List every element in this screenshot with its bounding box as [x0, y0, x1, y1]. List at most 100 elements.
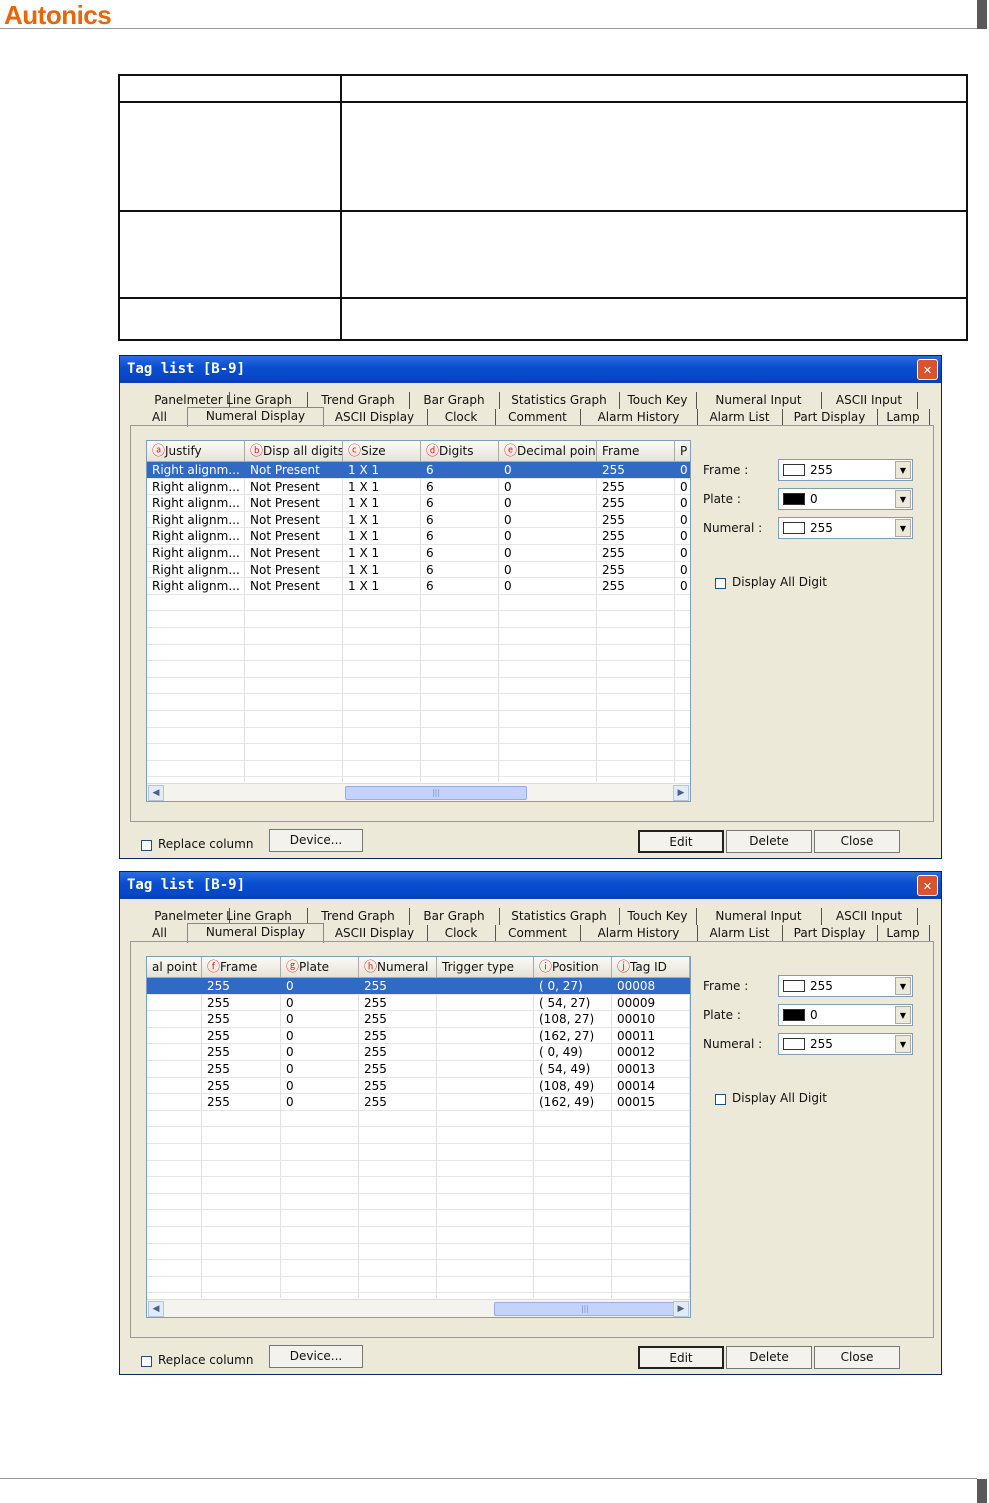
table-row[interactable]: 255 0 255 ( 54, 27) 00009 [147, 995, 690, 1012]
close-icon[interactable]: ✕ [917, 359, 938, 380]
delete-button[interactable]: Delete [726, 830, 812, 853]
tab-row2-6[interactable]: Alarm List [697, 925, 783, 942]
delete-button[interactable]: Delete [726, 1346, 812, 1369]
table-row[interactable]: 255 0 255 ( 0, 49) 00012 [147, 1044, 690, 1061]
tab-row2-8[interactable]: Lamp [877, 925, 930, 942]
table-cell: 255 [364, 979, 387, 993]
tab-7[interactable]: ASCII Input [821, 392, 918, 409]
table-cell: 255 [602, 479, 625, 494]
scroll-right-icon[interactable]: ▶ [673, 1301, 689, 1317]
table-row[interactable]: Right alignm... Not Present 1 X 1 6 0 255 0 [147, 578, 690, 595]
tab-5[interactable]: Touch Key [619, 908, 697, 925]
replace-column-checkbox[interactable] [141, 840, 152, 851]
tab-row2-1[interactable]: Numeral Display [187, 923, 324, 943]
tab-4[interactable]: Statistics Graph [499, 908, 620, 925]
tab-row2-1[interactable]: Numeral Display [187, 407, 324, 427]
scroll-thumb[interactable]: ||| [345, 786, 527, 800]
tab-row2-4[interactable]: Comment [495, 925, 581, 942]
table-cell: 0 [680, 579, 688, 594]
table-cell: 00014 [617, 1078, 656, 1093]
table-row[interactable]: 255 0 255 (108, 27) 00010 [147, 1011, 690, 1028]
column-header[interactable]: ⓒSize [343, 441, 421, 461]
tab-row2-7[interactable]: Part Display [782, 925, 878, 942]
table-row[interactable]: Right alignm... Not Present 1 X 1 6 0 255 0 [147, 495, 690, 512]
frame-color-select[interactable]: 255 ▼ [778, 459, 913, 481]
column-header[interactable]: P [675, 441, 690, 461]
table-cell: 0 [286, 1095, 294, 1110]
column-header[interactable]: ⓗNumeral [359, 957, 437, 977]
chevron-down-icon[interactable]: ▼ [895, 977, 911, 995]
chevron-down-icon[interactable]: ▼ [895, 490, 911, 508]
tab-3[interactable]: Bar Graph [409, 392, 500, 409]
table-cell: 00010 [617, 1012, 656, 1027]
column-header[interactable]: ⓘPosition [534, 957, 612, 977]
close-button[interactable]: Close [814, 1346, 900, 1369]
tab-6[interactable]: Numeral Input [696, 908, 822, 925]
tab-5[interactable]: Touch Key [619, 392, 697, 409]
column-header[interactable]: ⓙTag ID [612, 957, 690, 977]
table-row[interactable]: Right alignm... Not Present 1 X 1 6 0 255 0 [147, 528, 690, 545]
tab-row2-5[interactable]: Alarm History [580, 409, 698, 426]
column-header[interactable]: ⓑDisp all digits [245, 441, 343, 461]
table-row[interactable]: Right alignm... Not Present 1 X 1 6 0 255 0 [147, 462, 690, 479]
tab-row2-0[interactable]: All [132, 925, 188, 942]
display-all-digit-checkbox[interactable] [715, 578, 726, 589]
device-button[interactable]: Device... [269, 829, 363, 852]
tab-row2-0[interactable]: All [132, 409, 188, 426]
table-cell: 6 [426, 579, 434, 594]
tab-row2-2[interactable]: ASCII Display [322, 925, 428, 942]
chevron-down-icon[interactable]: ▼ [895, 1035, 911, 1053]
table-cell: (162, 49) [539, 1095, 595, 1110]
frame-color-select[interactable]: 255 ▼ [778, 975, 913, 997]
numeral-color-select[interactable]: 255 ▼ [778, 517, 913, 539]
table-row[interactable]: 255 0 255 (108, 49) 00014 [147, 1078, 690, 1095]
column-header[interactable]: ⓓDigits [421, 441, 499, 461]
close-button[interactable]: Close [814, 830, 900, 853]
plate-color-select[interactable]: 0 ▼ [778, 488, 913, 510]
tab-row2-4[interactable]: Comment [495, 409, 581, 426]
chevron-down-icon[interactable]: ▼ [895, 519, 911, 537]
tab-6[interactable]: Numeral Input [696, 392, 822, 409]
scroll-right-icon[interactable]: ▶ [673, 785, 689, 801]
tab-3[interactable]: Bar Graph [409, 908, 500, 925]
column-header[interactable]: al point [147, 957, 202, 977]
table-row[interactable]: 255 0 255 ( 54, 49) 00013 [147, 1061, 690, 1078]
column-header[interactable]: Frame [597, 441, 675, 461]
tab-row2-5[interactable]: Alarm History [580, 925, 698, 942]
tab-7[interactable]: ASCII Input [821, 908, 918, 925]
table-row[interactable]: Right alignm... Not Present 1 X 1 6 0 255 0 [147, 562, 690, 579]
table-row[interactable]: Right alignm... Not Present 1 X 1 6 0 255 0 [147, 479, 690, 496]
tab-row2-7[interactable]: Part Display [782, 409, 878, 426]
column-header[interactable]: ⓔDecimal point [499, 441, 597, 461]
tab-row2-3[interactable]: Clock [427, 925, 496, 942]
table-row[interactable]: Right alignm... Not Present 1 X 1 6 0 255 0 [147, 545, 690, 562]
replace-column-checkbox[interactable] [141, 1356, 152, 1367]
chevron-down-icon[interactable]: ▼ [895, 1006, 911, 1024]
column-header[interactable]: ⓖPlate [281, 957, 359, 977]
edit-button[interactable]: Edit [638, 830, 724, 853]
table-row[interactable]: 255 0 255 (162, 49) 00015 [147, 1094, 690, 1111]
scroll-left-icon[interactable]: ◀ [148, 785, 164, 801]
plate-color-select[interactable]: 0 ▼ [778, 1004, 913, 1026]
table-row[interactable]: 255 0 255 ( 0, 27) 00008 [147, 978, 690, 995]
horizontal-scrollbar[interactable]: ◀ ||| ▶ [147, 783, 690, 801]
scroll-left-icon[interactable]: ◀ [148, 1301, 164, 1317]
tab-row2-8[interactable]: Lamp [877, 409, 930, 426]
table-row[interactable]: Right alignm... Not Present 1 X 1 6 0 255 0 [147, 512, 690, 529]
column-header[interactable]: Trigger type [437, 957, 534, 977]
edit-button[interactable]: Edit [638, 1346, 724, 1369]
horizontal-scrollbar[interactable]: ◀ ||| ▶ [147, 1299, 690, 1317]
tab-row2-2[interactable]: ASCII Display [322, 409, 428, 426]
display-all-digit-checkbox[interactable] [715, 1094, 726, 1105]
column-header[interactable]: ⓕFrame [202, 957, 281, 977]
device-button[interactable]: Device... [269, 1345, 363, 1368]
table-row[interactable]: 255 0 255 (162, 27) 00011 [147, 1028, 690, 1045]
numeral-color-select[interactable]: 255 ▼ [778, 1033, 913, 1055]
chevron-down-icon[interactable]: ▼ [895, 461, 911, 479]
close-icon[interactable]: ✕ [917, 875, 938, 896]
column-header[interactable]: ⓐJustify [147, 441, 245, 461]
tab-row2-6[interactable]: Alarm List [697, 409, 783, 426]
tab-4[interactable]: Statistics Graph [499, 392, 620, 409]
scroll-thumb[interactable]: ||| [494, 1302, 676, 1316]
tab-row2-3[interactable]: Clock [427, 409, 496, 426]
